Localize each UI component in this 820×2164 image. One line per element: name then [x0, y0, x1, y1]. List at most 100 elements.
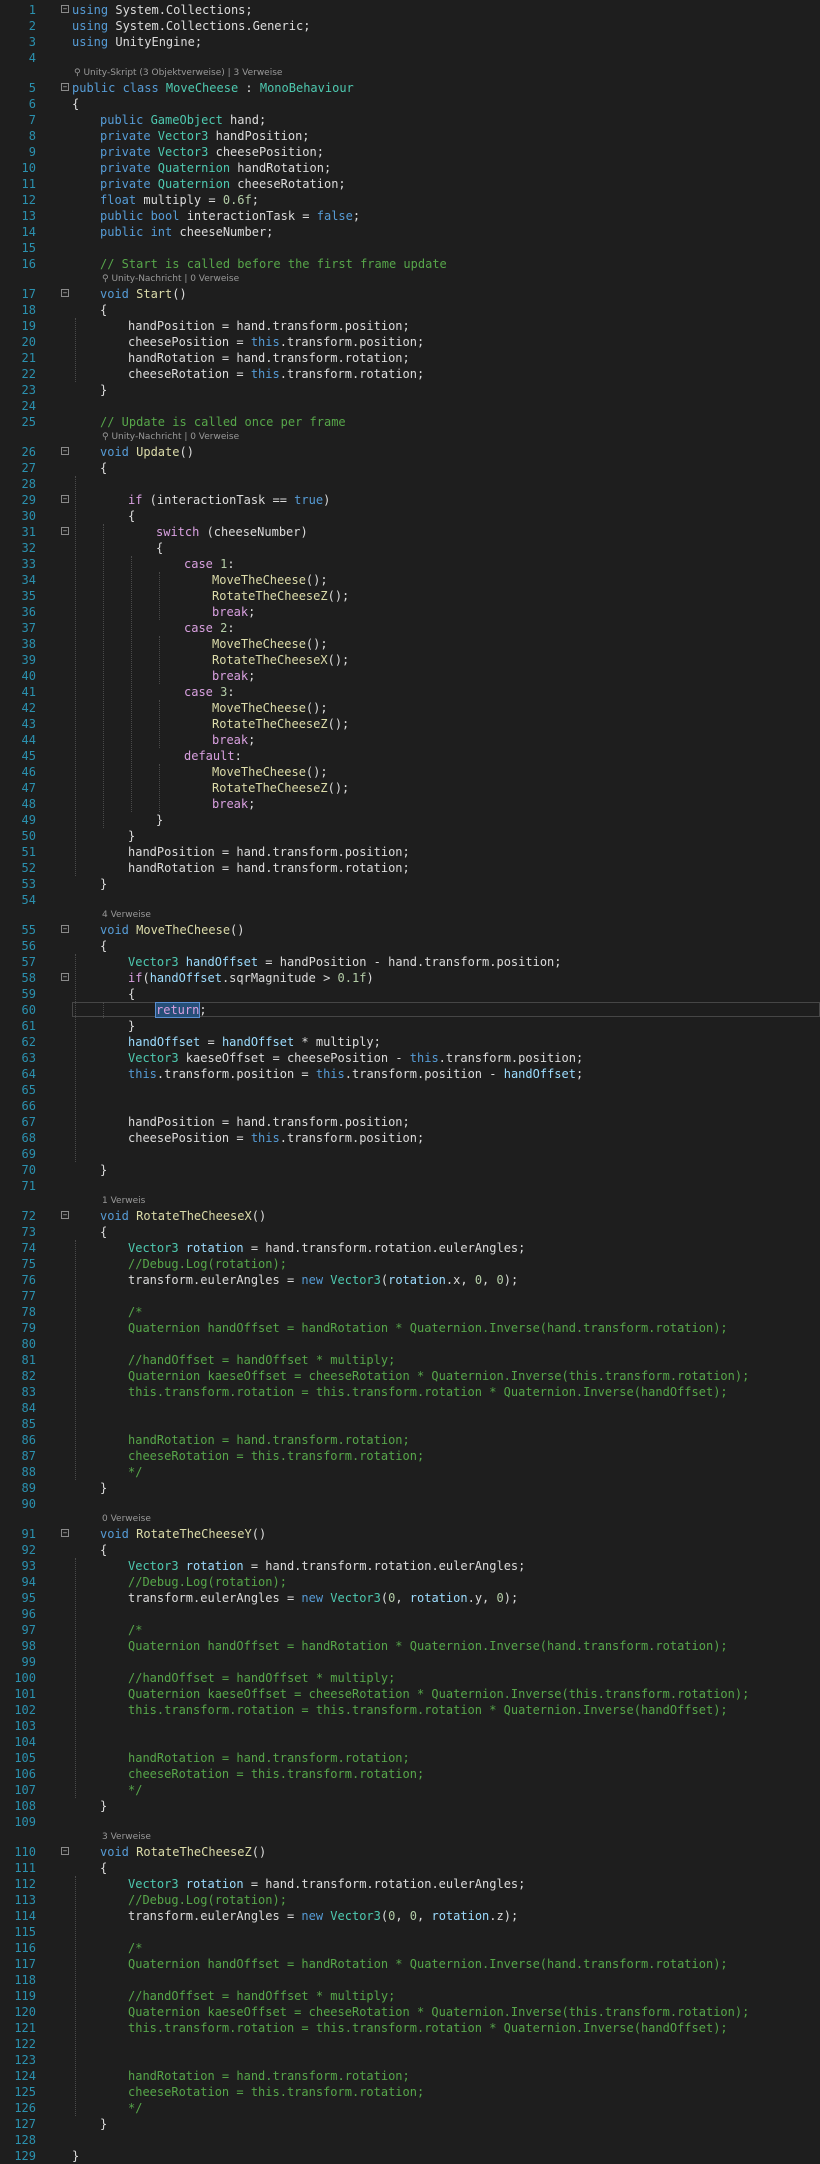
code-line[interactable]: 115: [0, 1924, 820, 1940]
code-text[interactable]: handRotation = hand.transform.rotation;: [128, 860, 410, 876]
code-line[interactable]: 93 Vector3 rotation = hand.transform.rota…: [0, 1558, 820, 1574]
code-line[interactable]: 87 cheeseRotation = this.transform.rotati…: [0, 1448, 820, 1464]
code-text[interactable]: /*: [128, 1622, 142, 1638]
code-line[interactable]: 52 handRotation = hand.transform.rotation…: [0, 860, 820, 876]
code-line[interactable]: 61}: [0, 1018, 820, 1034]
code-text[interactable]: MoveTheCheese();: [212, 572, 328, 588]
code-line[interactable]: 13 public bool interactionTask = false;: [0, 208, 820, 224]
code-line[interactable]: 104: [0, 1734, 820, 1750]
code-text[interactable]: Vector3 kaeseOffset = cheesePosition - t…: [128, 1050, 583, 1066]
code-text[interactable]: private Quaternion cheeseRotation;: [100, 176, 346, 192]
codelens-annotation[interactable]: 1 Verweis: [0, 1194, 820, 1208]
code-line[interactable]: 16 // Start is called before the first fr…: [0, 256, 820, 272]
code-text[interactable]: handRotation = hand.transform.rotation;: [128, 2068, 410, 2084]
code-line[interactable]: 8 private Vector3 handPosition;: [0, 128, 820, 144]
code-line[interactable]: 32 {: [0, 540, 820, 556]
fold-toggle-icon[interactable]: –: [61, 925, 69, 934]
code-line[interactable]: 105 handRotation = hand.transform.rotatio…: [0, 1750, 820, 1766]
code-text[interactable]: transform.eulerAngles = new Vector3(0, r…: [128, 1590, 518, 1606]
code-line[interactable]: 82 Quaternion kaeseOffset = cheeseRotatio…: [0, 1368, 820, 1384]
code-line[interactable]: 42 MoveTheCheese();: [0, 700, 820, 716]
code-line[interactable]: 60 return;: [0, 1002, 820, 1018]
code-line[interactable]: 14 public int cheeseNumber;: [0, 224, 820, 240]
code-line[interactable]: 126 */: [0, 2100, 820, 2116]
code-text[interactable]: {: [72, 96, 79, 112]
code-line[interactable]: 6{: [0, 96, 820, 112]
code-text[interactable]: this.transform.rotation = this.transform…: [128, 1384, 728, 1400]
code-text[interactable]: Quaternion handOffset = handRotation * Q…: [128, 1320, 728, 1336]
code-line[interactable]: 39 RotateTheCheeseX();: [0, 652, 820, 668]
code-line[interactable]: 47 RotateTheCheeseZ();: [0, 780, 820, 796]
code-text[interactable]: }: [100, 1798, 107, 1814]
code-text[interactable]: transform.eulerAngles = new Vector3(rota…: [128, 1272, 518, 1288]
code-line[interactable]: 50}: [0, 828, 820, 844]
code-line[interactable]: 79 Quaternion handOffset = handRotation *…: [0, 1320, 820, 1336]
code-text[interactable]: RotateTheCheeseZ();: [212, 780, 349, 796]
code-line[interactable]: 99: [0, 1654, 820, 1670]
code-line[interactable]: 63 Vector3 kaeseOffset = cheesePosition -…: [0, 1050, 820, 1066]
code-text[interactable]: //Debug.Log(rotation);: [128, 1574, 287, 1590]
code-line[interactable]: 124 handRotation = hand.transform.rotatio…: [0, 2068, 820, 2084]
code-line[interactable]: 111 {: [0, 1860, 820, 1876]
code-line[interactable]: 69: [0, 1146, 820, 1162]
fold-toggle-icon[interactable]: –: [61, 973, 69, 982]
code-line[interactable]: 106 cheeseRotation = this.transform.rotat…: [0, 1766, 820, 1782]
code-line[interactable]: 118: [0, 1972, 820, 1988]
code-text[interactable]: // Update is called once per frame: [100, 414, 346, 430]
code-line[interactable]: 25 // Update is called once per frame: [0, 414, 820, 430]
code-line[interactable]: 121 this.transform.rotation = this.transf…: [0, 2020, 820, 2036]
code-line[interactable]: 2 using System.Collections.Generic;: [0, 18, 820, 34]
code-line[interactable]: 10 private Quaternion handRotation;: [0, 160, 820, 176]
code-line[interactable]: 48 break;: [0, 796, 820, 812]
code-line[interactable]: 122: [0, 2036, 820, 2052]
code-text[interactable]: Vector3 rotation = hand.transform.rotati…: [128, 1240, 525, 1256]
code-text[interactable]: handRotation = hand.transform.rotation;: [128, 1432, 410, 1448]
fold-toggle-icon[interactable]: –: [61, 447, 69, 456]
code-text[interactable]: */: [128, 2100, 142, 2116]
code-text[interactable]: cheesePosition = this.transform.position…: [128, 334, 424, 350]
code-text[interactable]: return;: [154, 1002, 207, 1018]
code-text[interactable]: private Vector3 cheesePosition;: [100, 144, 324, 160]
code-line[interactable]: 101 Quaternion kaeseOffset = cheeseRotati…: [0, 1686, 820, 1702]
codelens-annotation[interactable]: 4 Verweise: [0, 908, 820, 922]
code-line[interactable]: 18 {: [0, 302, 820, 318]
code-line[interactable]: 34 MoveTheCheese();: [0, 572, 820, 588]
code-line[interactable]: 17 – void Start(): [0, 286, 820, 302]
code-line[interactable]: 113 //Debug.Log(rotation);: [0, 1892, 820, 1908]
code-text[interactable]: }: [128, 828, 135, 844]
code-text[interactable]: //Debug.Log(rotation);: [128, 1256, 287, 1272]
code-line[interactable]: 127}: [0, 2116, 820, 2132]
code-text[interactable]: this.transform.rotation = this.transform…: [128, 2020, 728, 2036]
code-text[interactable]: {: [156, 540, 163, 556]
code-line[interactable]: 67 handPosition = hand.transform.position…: [0, 1114, 820, 1130]
code-text[interactable]: public int cheeseNumber;: [100, 224, 273, 240]
code-text[interactable]: using System.Collections;: [72, 2, 253, 18]
code-line[interactable]: 30 {: [0, 508, 820, 524]
code-line[interactable]: 90: [0, 1496, 820, 1512]
code-text[interactable]: break;: [212, 732, 255, 748]
code-text[interactable]: void RotateTheCheeseZ(): [100, 1844, 266, 1860]
code-text[interactable]: private Vector3 handPosition;: [100, 128, 310, 144]
code-text[interactable]: Quaternion handOffset = handRotation * Q…: [128, 1956, 728, 1972]
code-text[interactable]: }: [156, 812, 163, 828]
code-line[interactable]: 73 {: [0, 1224, 820, 1240]
code-line[interactable]: 74 Vector3 rotation = hand.transform.rota…: [0, 1240, 820, 1256]
code-line[interactable]: 24: [0, 398, 820, 414]
codelens-annotation[interactable]: 3 Verweise: [0, 1830, 820, 1844]
code-line[interactable]: 84: [0, 1400, 820, 1416]
code-text[interactable]: float multiply = 0.6f;: [100, 192, 259, 208]
code-line[interactable]: 58 – if(handOffset.sqrMagnitude > 0.1f): [0, 970, 820, 986]
code-line[interactable]: 45 default:: [0, 748, 820, 764]
code-text[interactable]: }: [72, 2148, 79, 2164]
code-line[interactable]: 9 private Vector3 cheesePosition;: [0, 144, 820, 160]
code-text[interactable]: using UnityEngine;: [72, 34, 202, 50]
code-text[interactable]: handRotation = hand.transform.rotation;: [128, 1750, 410, 1766]
code-text[interactable]: case 1:: [184, 556, 235, 572]
code-line[interactable]: 72 – void RotateTheCheeseX(): [0, 1208, 820, 1224]
code-line[interactable]: 89}: [0, 1480, 820, 1496]
code-line[interactable]: 49}: [0, 812, 820, 828]
code-text[interactable]: }: [100, 1480, 107, 1496]
code-text[interactable]: /*: [128, 1940, 142, 1956]
code-line[interactable]: 76 transform.eulerAngles = new Vector3(ro…: [0, 1272, 820, 1288]
code-line[interactable]: 4: [0, 50, 820, 66]
